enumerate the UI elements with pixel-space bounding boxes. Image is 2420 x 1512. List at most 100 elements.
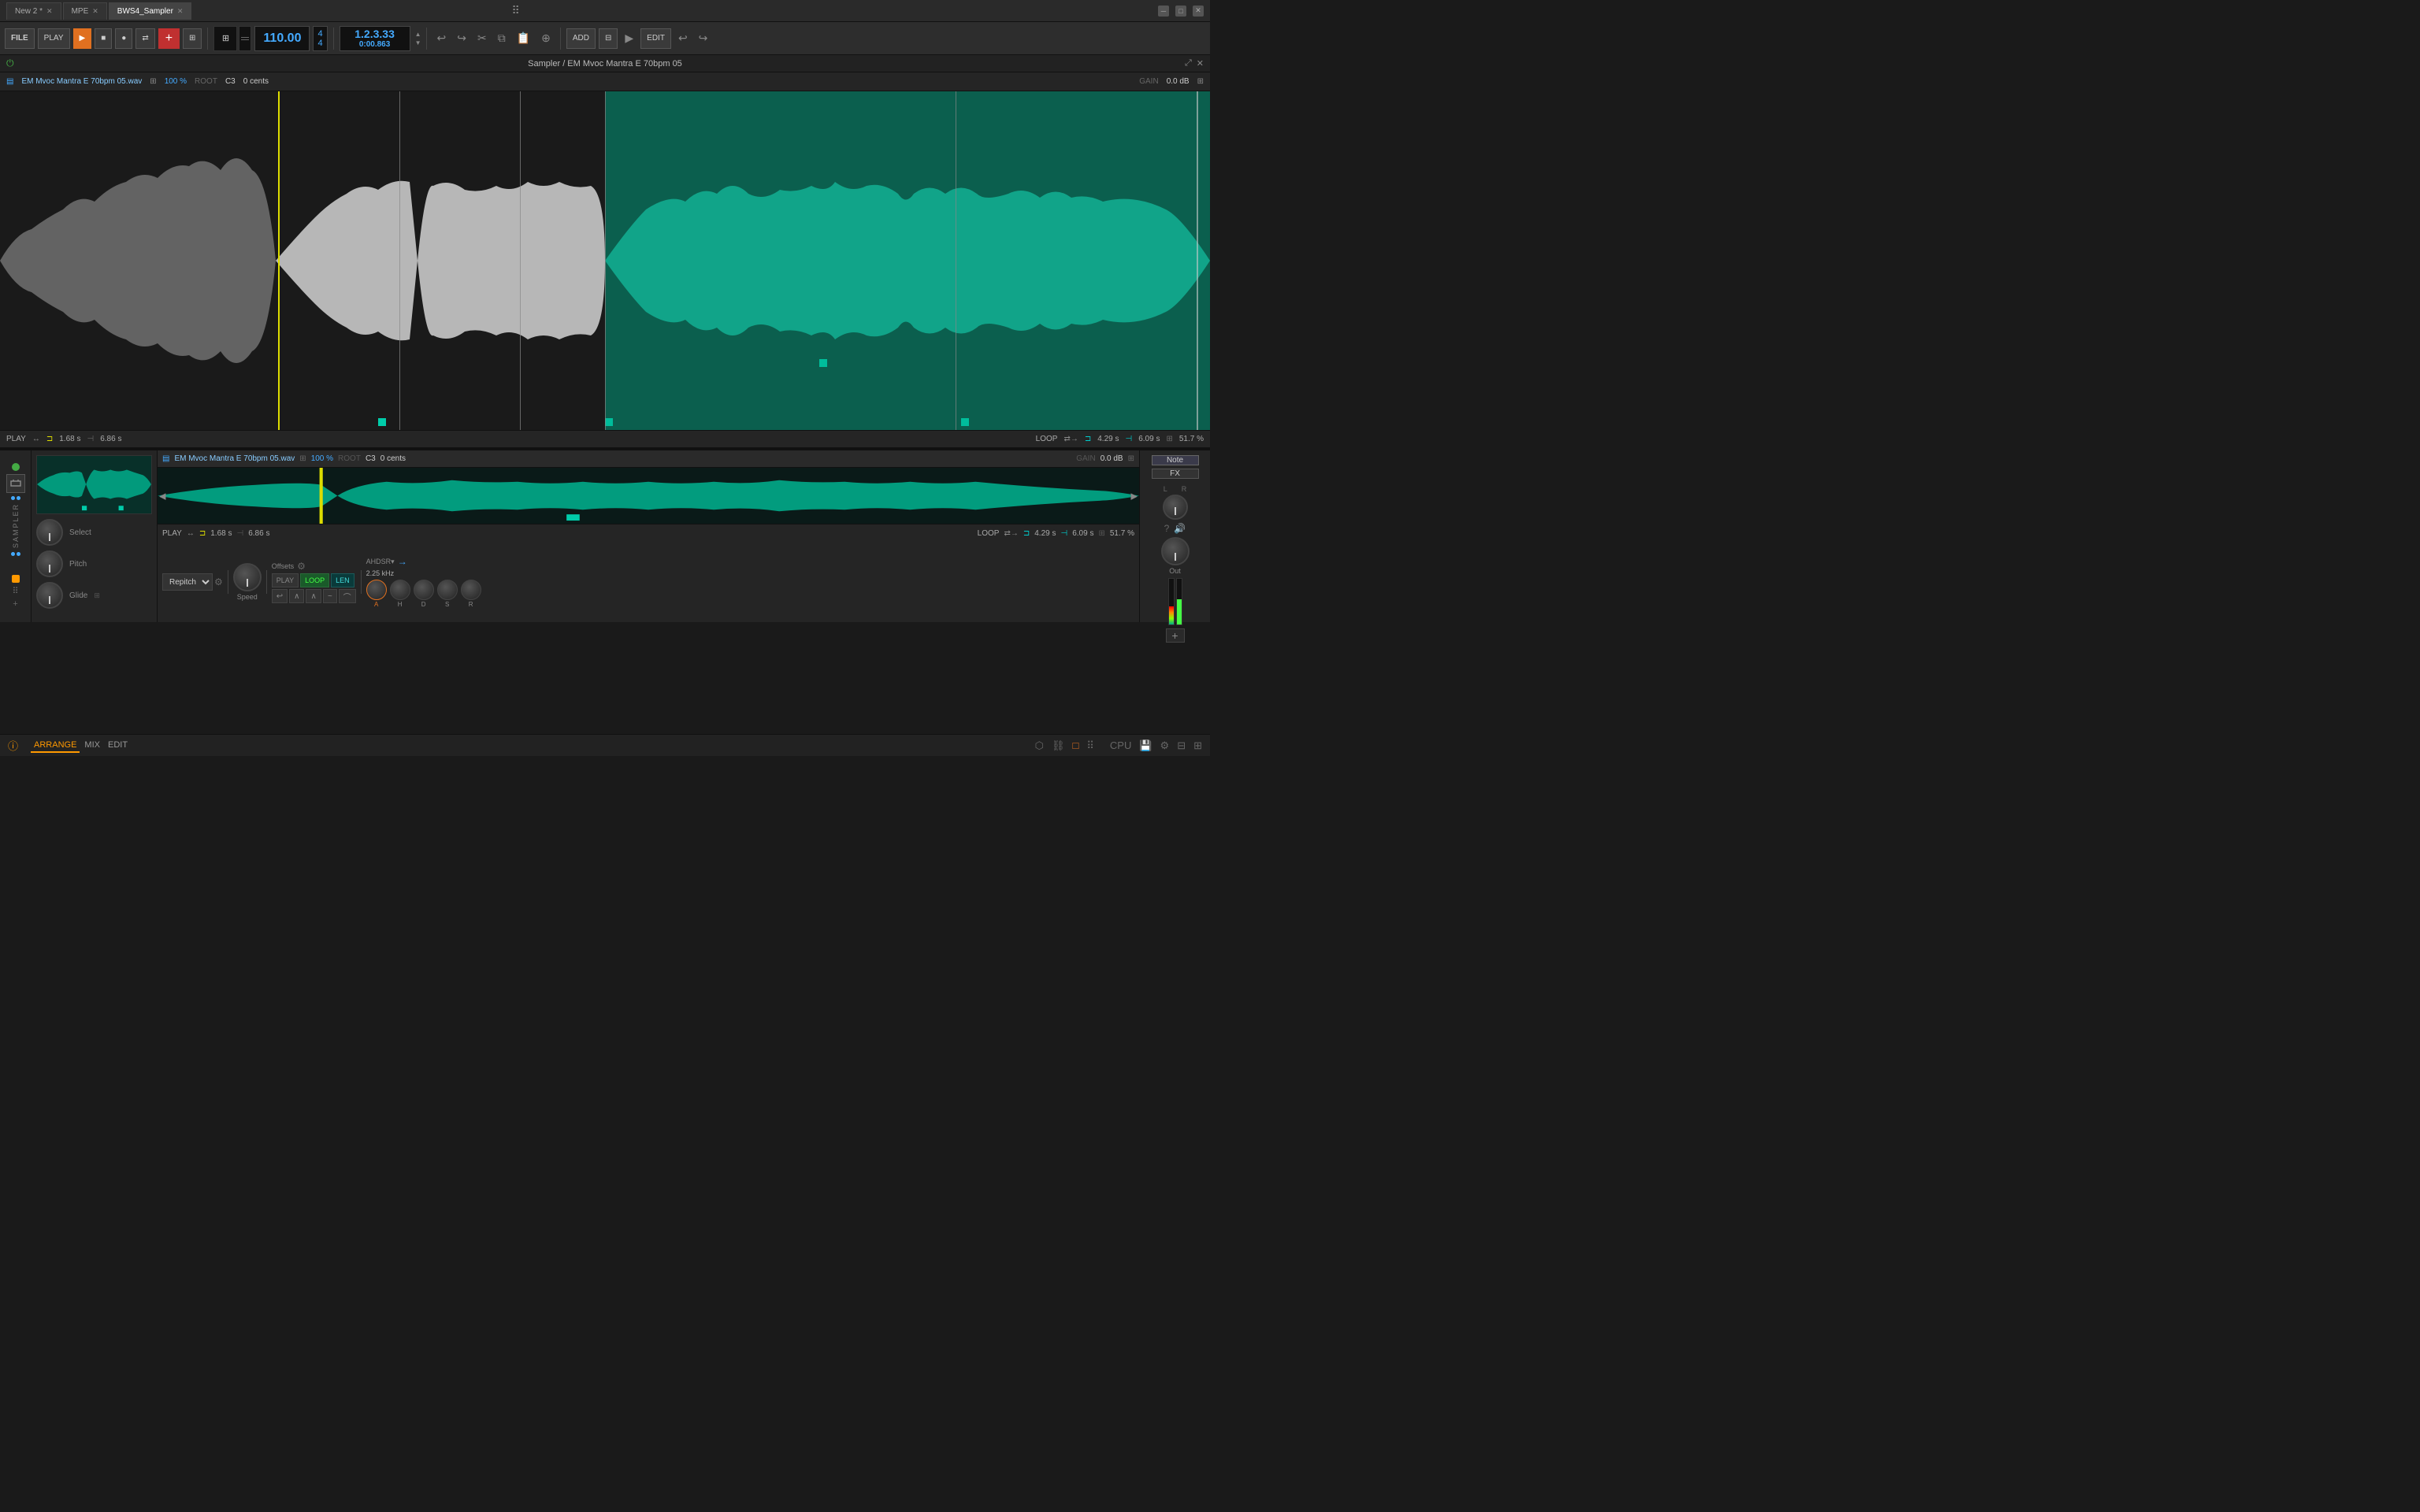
play-offset-btn[interactable]: PLAY — [272, 573, 299, 587]
waveform-canvas[interactable] — [0, 91, 1210, 430]
tab-new2[interactable]: New 2 * ✕ — [6, 2, 61, 20]
ahdsr-arrow[interactable]: → — [398, 556, 407, 567]
loop-pct[interactable]: 51.7 % — [1179, 435, 1204, 443]
len-offset-btn[interactable]: LEN — [331, 573, 354, 587]
add-track-button[interactable]: ADD — [566, 28, 596, 49]
file-button[interactable]: FILE — [5, 28, 35, 49]
save-icon[interactable]: 💾 — [1139, 739, 1152, 752]
warp-btn-3[interactable]: ∧ — [306, 589, 321, 603]
expand-icon[interactable]: ⤢ — [1185, 58, 1192, 69]
mini-gain[interactable]: 0.0 dB — [1101, 454, 1123, 463]
paste-button[interactable]: 📋 — [513, 28, 534, 49]
settings-icon[interactable]: ⚙ — [1160, 739, 1170, 752]
transport-play-icon[interactable]: ▶ — [621, 28, 637, 49]
grid-icon-footer[interactable]: ⠿ — [1086, 739, 1094, 752]
ahdsr-knob-d[interactable] — [414, 580, 434, 600]
power-icon[interactable]: ⏻ — [6, 57, 14, 69]
tab-bws4[interactable]: BWS4_Sampler ✕ — [109, 2, 192, 20]
mini-tune[interactable]: 0 cents — [380, 454, 406, 463]
repitch-select[interactable]: Repitch — [162, 573, 213, 591]
tab-bws4-close[interactable]: ✕ — [177, 7, 184, 16]
waveform-root[interactable]: C3 — [225, 77, 236, 86]
stop-button[interactable]: ■ — [95, 28, 112, 49]
mini-waveform[interactable] — [36, 455, 152, 514]
record-button[interactable]: ● — [115, 28, 132, 49]
speaker-icon[interactable]: 🔊 — [1174, 523, 1186, 534]
add-icon2[interactable]: + — [13, 599, 17, 609]
tabs-overflow-icon[interactable]: ⠿ — [512, 4, 520, 17]
grid-sync[interactable] — [239, 26, 251, 51]
mini-loop-arrows[interactable]: ⇄→ — [1004, 529, 1018, 538]
mini-loop-pct[interactable]: 51.7 % — [1110, 529, 1134, 538]
ahdsr-knob-r[interactable] — [461, 580, 481, 600]
loop-start[interactable]: 4.29 s — [1097, 435, 1119, 443]
redo-button[interactable]: ↪ — [453, 28, 470, 49]
grid-icon2[interactable]: ⠿ — [12, 586, 18, 596]
minimize-button[interactable]: ─ — [1158, 6, 1169, 17]
mini-loop-end[interactable]: 6.09 s — [1072, 529, 1093, 538]
footer-tab-edit[interactable]: EDIT — [105, 739, 131, 753]
warp-btn-5[interactable]: ⌒ — [339, 589, 356, 603]
fx-button[interactable]: FX — [1152, 469, 1199, 479]
rows-icon[interactable]: ⊞ — [1193, 739, 1202, 752]
warp-btn-2[interactable]: ∧ — [289, 589, 304, 603]
out-knob[interactable] — [1161, 537, 1190, 565]
position-display[interactable]: 1.2.3.33 0:00.863 — [340, 26, 410, 51]
back-button[interactable]: ↩ — [674, 28, 692, 49]
punch-button[interactable]: ⊞ — [183, 28, 202, 49]
mini-loop-start[interactable]: 4.29 s — [1034, 529, 1056, 538]
mini-play-pos[interactable]: 1.68 s — [210, 529, 232, 538]
close-button[interactable]: ✕ — [1193, 6, 1204, 17]
mini-root[interactable]: C3 — [366, 454, 376, 463]
repitch-gear[interactable]: ⚙ — [214, 576, 223, 587]
loop-toggle[interactable]: ⇄ — [135, 28, 154, 49]
waveform-gain[interactable]: 0.0 dB — [1167, 77, 1190, 86]
tempo-arrows[interactable]: ▲ ▼ — [415, 31, 421, 46]
mini-grid-icon[interactable]: ⊞ — [1128, 454, 1134, 463]
question-icon[interactable]: ? — [1164, 523, 1170, 534]
mini-total-len[interactable]: 6.86 s — [248, 529, 269, 538]
node-icon[interactable]: ⬡ — [1035, 739, 1044, 752]
warp-btn-1[interactable]: ↩ — [272, 589, 288, 603]
tab-mpe-close[interactable]: ✕ — [92, 7, 98, 16]
forward-button[interactable]: ↪ — [695, 28, 712, 49]
sampler-power-dot[interactable] — [12, 463, 20, 471]
info-icon[interactable]: ⓘ — [8, 738, 18, 753]
pitch-knob[interactable] — [36, 550, 63, 577]
waveform-grid-icon[interactable]: ⊞ — [1197, 77, 1204, 86]
tab-new2-close[interactable]: ✕ — [46, 7, 53, 16]
bpm-display[interactable]: 110.00 — [254, 26, 310, 51]
add-button[interactable]: + — [158, 28, 180, 49]
sampler-icon-btn1[interactable] — [6, 474, 25, 493]
ahdsr-knob-h[interactable] — [390, 580, 410, 600]
duplicate-button[interactable]: ⊕ — [537, 28, 555, 49]
edit-button[interactable]: EDIT — [640, 28, 671, 49]
note-button[interactable]: Note — [1152, 455, 1199, 465]
grid-icon[interactable]: ⊞ — [213, 26, 237, 51]
time-sig-display[interactable]: 4 4 — [313, 26, 327, 51]
glide-knob[interactable] — [36, 582, 63, 609]
maximize-button[interactable]: □ — [1175, 6, 1186, 17]
mix-button[interactable]: ⊟ — [599, 28, 618, 49]
mini-zoom[interactable]: 100 % — [311, 454, 333, 463]
mini-reverse-icon[interactable]: ↔ — [187, 529, 195, 538]
ahdsr-knob-s[interactable] — [437, 580, 458, 600]
play-position[interactable]: 1.68 s — [59, 435, 80, 443]
transport-play-button[interactable]: ▶ — [73, 28, 92, 49]
offsets-gear[interactable]: ⚙ — [297, 561, 306, 572]
speed-knob[interactable] — [233, 563, 262, 591]
close-panel-icon[interactable]: ✕ — [1197, 58, 1204, 69]
ahdsr-freq[interactable]: 2.25 kHz — [366, 569, 481, 577]
pan-knob[interactable] — [1163, 495, 1188, 520]
loop-offset-btn[interactable]: LOOP — [300, 573, 329, 587]
waveform-zoom[interactable]: 100 % — [165, 77, 187, 86]
footer-tab-arrange[interactable]: ARRANGE — [31, 739, 80, 753]
ahdsr-knob-a[interactable] — [366, 580, 387, 600]
tab-mpe[interactable]: MPE ✕ — [63, 2, 107, 20]
undo-button[interactable]: ↩ — [432, 28, 450, 49]
link-icon[interactable]: ⛓ — [1052, 739, 1065, 752]
warp-btn-4[interactable]: ~ — [323, 589, 337, 603]
mini-waveform-display[interactable]: ◀ ▶ — [158, 468, 1139, 524]
loop-arrows-icon[interactable]: ⇄→ — [1063, 435, 1078, 443]
waveform-tune[interactable]: 0 cents — [243, 77, 269, 86]
